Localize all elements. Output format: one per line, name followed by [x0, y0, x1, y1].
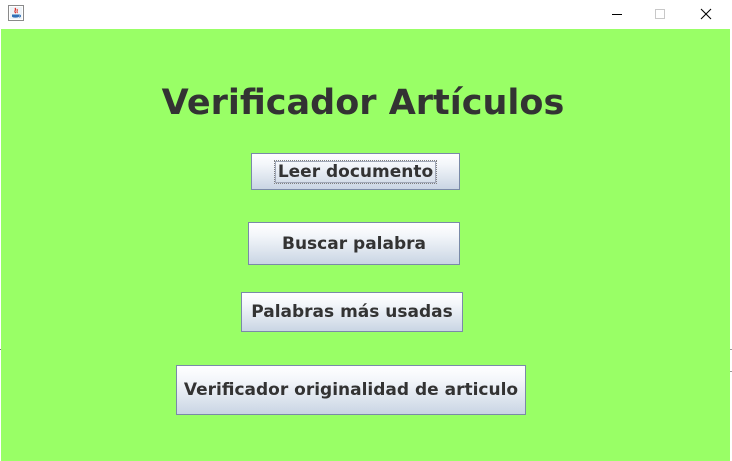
- originality-check-label: Verificador originalidad de articulo: [183, 380, 519, 400]
- main-panel: Verificador Artículos Leer documento Bus…: [1, 29, 730, 461]
- minimize-icon: [612, 14, 622, 15]
- search-word-label: Buscar palabra: [282, 233, 426, 254]
- most-used-words-label: Palabras más usadas: [251, 302, 453, 322]
- maximize-icon: [655, 9, 665, 19]
- most-used-words-button[interactable]: Palabras más usadas: [241, 292, 463, 332]
- app-window: Verificador Artículos Leer documento Bus…: [0, 0, 732, 461]
- java-app-icon: [8, 5, 24, 21]
- search-word-button[interactable]: Buscar palabra: [248, 222, 460, 265]
- read-document-label: Leer documento: [273, 159, 438, 184]
- maximize-button: [637, 0, 683, 28]
- title-bar[interactable]: [0, 0, 732, 28]
- close-button[interactable]: [683, 0, 729, 28]
- page-title: Verificador Artículos: [161, 83, 565, 123]
- close-icon: [700, 8, 712, 20]
- minimize-button[interactable]: [594, 0, 640, 28]
- originality-check-button[interactable]: Verificador originalidad de articulo: [176, 365, 526, 415]
- read-document-button[interactable]: Leer documento: [251, 153, 460, 190]
